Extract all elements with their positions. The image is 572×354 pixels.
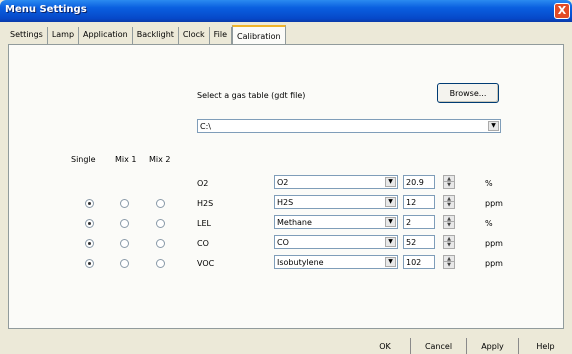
concentration-spinner[interactable]: ▲ ▼ (443, 175, 455, 189)
radio-mix2[interactable] (156, 239, 165, 248)
chevron-down-icon[interactable]: ▼ (488, 121, 499, 131)
gas-table-path-value: C:\ (200, 122, 211, 131)
concentration-spinner[interactable]: ▲ ▼ (443, 235, 455, 249)
spin-down-icon[interactable]: ▼ (444, 222, 454, 228)
gas-select-value: CO (277, 238, 289, 247)
concentration-value: 102 (406, 258, 422, 267)
title-bar[interactable]: Menu Settings X (0, 0, 572, 22)
calibration-panel: Select a gas table (gdt file) Browse... … (8, 45, 564, 329)
tab-settings[interactable]: Settings (8, 27, 48, 44)
chevron-down-icon[interactable]: ▼ (385, 177, 396, 187)
chevron-down-icon[interactable]: ▼ (385, 217, 396, 227)
gas-table-label: Select a gas table (gdt file) (197, 91, 306, 100)
chevron-down-icon[interactable]: ▼ (385, 257, 396, 267)
radio-mix1[interactable] (120, 199, 129, 208)
unit-label: % (485, 219, 493, 228)
concentration-spinner[interactable]: ▲ ▼ (443, 255, 455, 269)
sensor-label: LEL (197, 219, 211, 228)
radio-mix1[interactable] (120, 219, 129, 228)
cancel-button[interactable]: Cancel (410, 338, 466, 354)
column-header-mix1: Mix 1 (115, 155, 137, 164)
ok-button[interactable]: OK (360, 338, 410, 354)
gas-select[interactable]: CO ▼ (274, 235, 398, 249)
gas-select[interactable]: Methane ▼ (274, 215, 398, 229)
spin-down-icon[interactable]: ▼ (444, 182, 454, 188)
radio-single[interactable] (85, 239, 94, 248)
gas-select-value: Methane (277, 218, 312, 227)
gas-select-value: Isobutylene (277, 258, 324, 267)
gas-select[interactable]: O2 ▼ (274, 175, 398, 189)
column-header-single: Single (71, 155, 96, 164)
sensor-label: VOC (197, 259, 215, 268)
concentration-input[interactable]: 12 (403, 195, 435, 209)
gas-select[interactable]: H2S ▼ (274, 195, 398, 209)
unit-label: % (485, 179, 493, 188)
chevron-down-icon[interactable]: ▼ (385, 197, 396, 207)
tab-application[interactable]: Application (79, 27, 133, 44)
menu-settings-window: Menu Settings X Settings Lamp Applicatio… (0, 0, 572, 354)
concentration-value: 12 (406, 198, 417, 207)
spin-down-icon[interactable]: ▼ (444, 242, 454, 248)
tab-calibration[interactable]: Calibration (232, 25, 286, 44)
radio-mix2[interactable] (156, 199, 165, 208)
spin-down-icon[interactable]: ▼ (444, 262, 454, 268)
unit-label: ppm (485, 199, 503, 208)
concentration-input[interactable]: 20.9 (403, 175, 435, 189)
concentration-input[interactable]: 102 (403, 255, 435, 269)
unit-label: ppm (485, 259, 503, 268)
window-title: Menu Settings (5, 4, 87, 15)
sensor-label: CO (197, 239, 209, 248)
concentration-spinner[interactable]: ▲ ▼ (443, 215, 455, 229)
gas-select[interactable]: Isobutylene ▼ (274, 255, 398, 269)
browse-button[interactable]: Browse... (437, 83, 499, 103)
close-button[interactable]: X (554, 3, 570, 19)
radio-single[interactable] (85, 259, 94, 268)
close-icon: X (557, 4, 567, 17)
radio-mix1[interactable] (120, 239, 129, 248)
concentration-value: 52 (406, 238, 417, 247)
radio-mix2[interactable] (156, 259, 165, 268)
radio-mix2[interactable] (156, 219, 165, 228)
concentration-input[interactable]: 52 (403, 235, 435, 249)
sensor-label: O2 (197, 179, 209, 188)
radio-mix1[interactable] (120, 259, 129, 268)
tab-file[interactable]: File (210, 27, 233, 44)
apply-button[interactable]: Apply (466, 338, 518, 354)
concentration-spinner[interactable]: ▲ ▼ (443, 195, 455, 209)
gas-table-path-select[interactable]: C:\ ▼ (197, 119, 501, 133)
spin-down-icon[interactable]: ▼ (444, 202, 454, 208)
tab-backlight[interactable]: Backlight (133, 27, 179, 44)
radio-single[interactable] (85, 199, 94, 208)
radio-single[interactable] (85, 219, 94, 228)
concentration-value: 20.9 (406, 178, 424, 187)
concentration-value: 2 (406, 218, 412, 227)
tab-lamp[interactable]: Lamp (48, 27, 80, 44)
gas-select-value: O2 (277, 178, 289, 187)
concentration-input[interactable]: 2 (403, 215, 435, 229)
column-header-mix2: Mix 2 (149, 155, 171, 164)
gas-select-value: H2S (277, 198, 294, 207)
tab-strip: Settings Lamp Application Backlight Cloc… (8, 25, 564, 45)
help-button[interactable]: Help (518, 338, 572, 354)
unit-label: ppm (485, 239, 503, 248)
chevron-down-icon[interactable]: ▼ (385, 237, 396, 247)
sensor-label: H2S (197, 199, 214, 208)
tab-clock[interactable]: Clock (179, 27, 210, 44)
